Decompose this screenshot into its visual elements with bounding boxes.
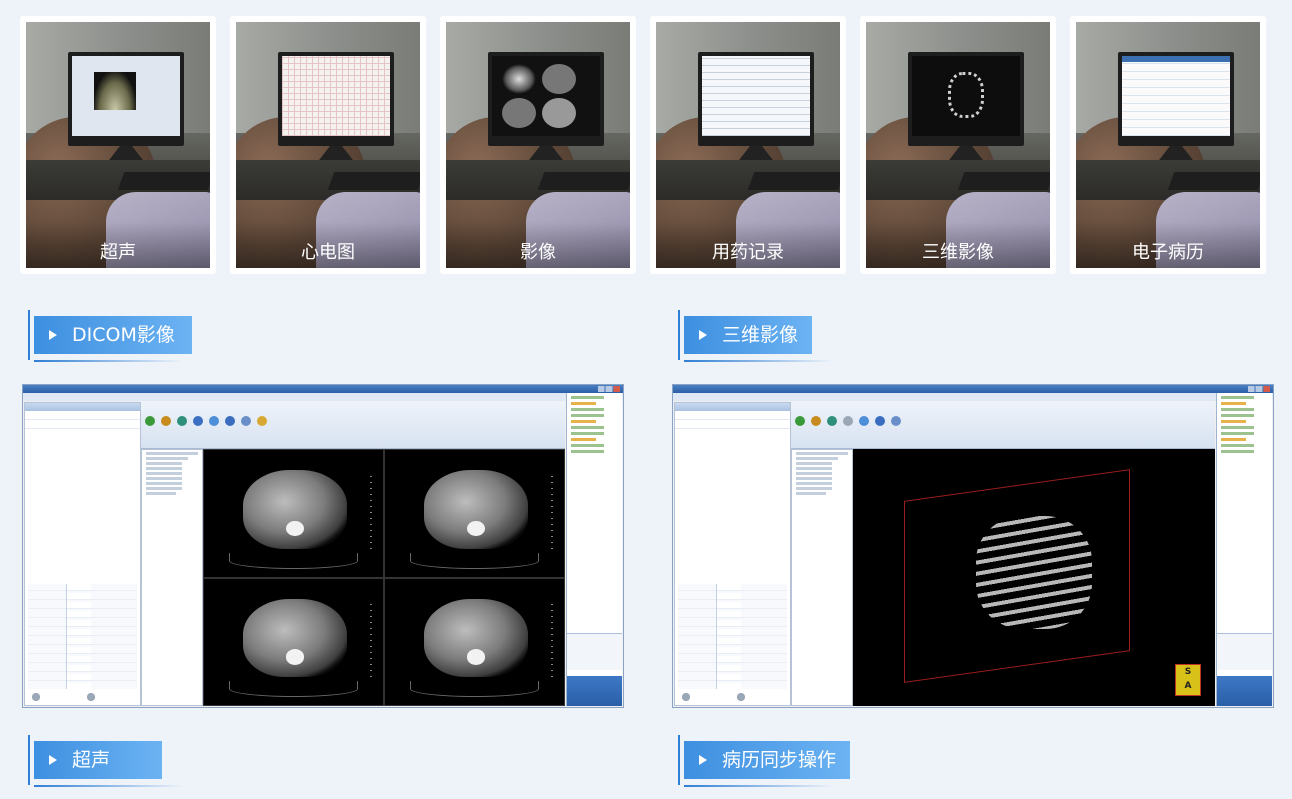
thumbnail-photo: 用药记录 bbox=[656, 22, 840, 268]
thumbnail-caption: 超声 bbox=[26, 222, 210, 268]
section-tag-label: DICOM影像 bbox=[72, 324, 175, 346]
thumbnail-photo: 超声 bbox=[26, 22, 210, 268]
thumbnail-caption: 用药记录 bbox=[656, 222, 840, 268]
play-arrow-icon bbox=[699, 755, 707, 765]
section-tag-3d[interactable]: 三维影像 bbox=[678, 310, 834, 362]
play-arrow-icon bbox=[49, 330, 57, 340]
thumbnail-imaging[interactable]: 影像 bbox=[440, 16, 636, 274]
section-tag-dicom[interactable]: DICOM影像 bbox=[28, 310, 192, 362]
thumbnail-3d-imaging[interactable]: 三维影像 bbox=[860, 16, 1056, 274]
section-tag-ultrasound[interactable]: 超声 bbox=[28, 735, 184, 787]
thumbnail-ecg[interactable]: 心电图 bbox=[230, 16, 426, 274]
thumbnail-photo: 影像 bbox=[446, 22, 630, 268]
section-tag-label: 超声 bbox=[72, 749, 111, 771]
thumbnail-caption: 三维影像 bbox=[866, 222, 1050, 268]
section-tag-label: 三维影像 bbox=[722, 324, 799, 346]
dicom-viewer-screenshot bbox=[22, 384, 624, 708]
thumbnail-ultrasound[interactable]: 超声 bbox=[20, 16, 216, 274]
thumbnail-emr[interactable]: 电子病历 bbox=[1070, 16, 1266, 274]
3d-viewer-screenshot: SA bbox=[672, 384, 1274, 708]
thumbnail-caption: 影像 bbox=[446, 222, 630, 268]
play-arrow-icon bbox=[699, 330, 707, 340]
section-tag-label: 病历同步操作 bbox=[722, 749, 837, 771]
thumbnail-medication[interactable]: 用药记录 bbox=[650, 16, 846, 274]
thumbnail-caption: 电子病历 bbox=[1076, 222, 1260, 268]
thumbnail-photo: 三维影像 bbox=[866, 22, 1050, 268]
thumbnail-caption: 心电图 bbox=[236, 222, 420, 268]
thumbnail-photo: 电子病历 bbox=[1076, 22, 1260, 268]
module-thumbnails: 超声 心电图 影像 用药记录 三维影像 电子病历 bbox=[20, 16, 1272, 276]
orientation-cube-icon: SA bbox=[1175, 664, 1201, 696]
play-arrow-icon bbox=[49, 755, 57, 765]
thumbnail-photo: 心电图 bbox=[236, 22, 420, 268]
section-tag-emr-sync[interactable]: 病历同步操作 bbox=[678, 735, 850, 787]
